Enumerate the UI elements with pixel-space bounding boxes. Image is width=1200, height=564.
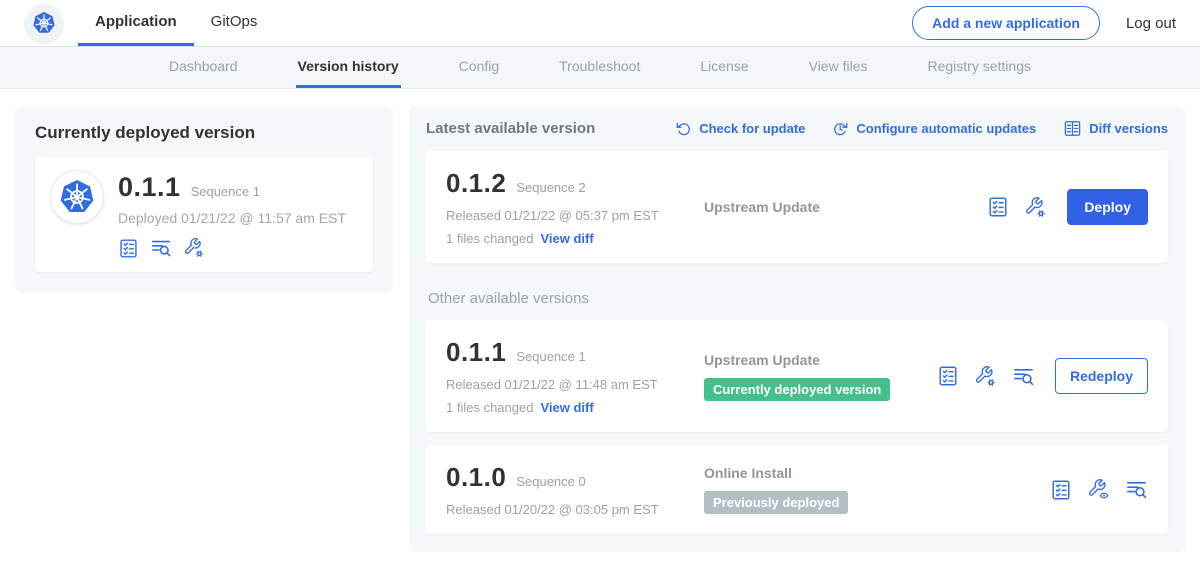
view-logs-icon[interactable] [1012, 365, 1035, 388]
subnav-dashboard[interactable]: Dashboard [167, 47, 240, 88]
refresh-icon [675, 120, 692, 137]
version-history-panel: Latest available version Check for updat… [409, 106, 1185, 552]
app-tabs: Application GitOps [78, 0, 274, 46]
app-subnav: Dashboard Version history Config Trouble… [0, 47, 1200, 89]
deployed-sequence-label: Sequence 1 [191, 184, 260, 199]
redeploy-button[interactable]: Redeploy [1055, 358, 1148, 394]
subnav-version-history[interactable]: Version history [296, 47, 401, 88]
version-row-0-1-2: 0.1.2 Sequence 2 Released 01/21/22 @ 05:… [426, 151, 1168, 263]
edit-config-icon[interactable] [974, 365, 997, 388]
source-label: Upstream Update [704, 199, 987, 215]
diff-icon [1063, 119, 1082, 138]
version-number: 0.1.0 [446, 462, 506, 493]
deployed-version-card: 0.1.1 Sequence 1 Deployed 01/21/22 @ 11:… [35, 157, 373, 272]
release-notes-icon[interactable] [987, 196, 1009, 218]
version-details: 0.1.2 Sequence 2 Released 01/21/22 @ 05:… [446, 168, 704, 246]
version-actions: Deploy [987, 189, 1148, 225]
subnav-registry-settings[interactable]: Registry settings [926, 47, 1033, 88]
latest-version-title: Latest available version [426, 120, 595, 137]
currently-deployed-title: Currently deployed version [35, 123, 373, 143]
source-label: Online Install [704, 465, 1050, 481]
view-diff-link[interactable]: View diff [540, 231, 593, 246]
configure-automatic-updates-link[interactable]: Configure automatic updates [832, 120, 1036, 137]
version-actions [1050, 478, 1148, 501]
released-timestamp: Released 01/21/22 @ 05:37 pm EST [446, 208, 704, 223]
kubernetes-logo-icon [57, 177, 97, 217]
latest-version-header: Latest available version Check for updat… [426, 119, 1168, 138]
sequence-label: Sequence 0 [516, 474, 585, 489]
logout-button[interactable]: Log out [1126, 15, 1176, 32]
released-timestamp: Released 01/20/22 @ 03:05 pm EST [446, 502, 704, 517]
top-bar-right: Add a new application Log out [912, 0, 1200, 46]
diff-versions-link[interactable]: Diff versions [1063, 119, 1168, 138]
add-application-button[interactable]: Add a new application [912, 6, 1100, 40]
version-source: Online Install Previously deployed [704, 465, 1050, 514]
deployed-version-info: 0.1.1 Sequence 1 Deployed 01/21/22 @ 11:… [118, 170, 346, 259]
sequence-label: Sequence 2 [516, 180, 585, 195]
app-logo[interactable] [25, 4, 63, 42]
currently-deployed-card: Currently deployed version 0.1.1 Sequenc… [15, 106, 393, 292]
edit-config-icon[interactable] [183, 237, 205, 259]
version-actions: Redeploy [937, 358, 1148, 394]
subnav-config[interactable]: Config [457, 47, 501, 88]
deploy-button[interactable]: Deploy [1067, 189, 1148, 225]
tab-application[interactable]: Application [78, 0, 194, 46]
source-label: Upstream Update [704, 352, 937, 368]
view-config-icon[interactable] [1087, 478, 1110, 501]
version-row-0-1-1: 0.1.1 Sequence 1 Released 01/21/22 @ 11:… [426, 320, 1168, 432]
currently-deployed-badge: Currently deployed version [704, 378, 890, 401]
deployed-timestamp: Deployed 01/21/22 @ 11:57 am EST [118, 210, 346, 226]
version-details: 0.1.1 Sequence 1 Released 01/21/22 @ 11:… [446, 337, 704, 415]
other-versions-title: Other available versions [428, 290, 1166, 307]
deployed-version-number: 0.1.1 [118, 172, 181, 203]
schedule-update-icon [832, 120, 849, 137]
files-changed-label: 1 files changed [446, 231, 533, 246]
view-logs-icon[interactable] [1125, 478, 1148, 501]
tab-gitops[interactable]: GitOps [194, 0, 275, 46]
version-details: 0.1.0 Sequence 0 Released 01/20/22 @ 03:… [446, 462, 704, 517]
subnav-view-files[interactable]: View files [807, 47, 870, 88]
kubernetes-logo-icon [31, 10, 57, 36]
view-diff-link[interactable]: View diff [540, 400, 593, 415]
panel-actions: Check for update Configure automatic upd… [675, 119, 1168, 138]
main-content: Currently deployed version 0.1.1 Sequenc… [0, 89, 1200, 564]
version-source: Upstream Update Currently deployed versi… [704, 352, 937, 401]
view-logs-icon[interactable] [150, 237, 172, 259]
release-notes-icon[interactable] [1050, 479, 1072, 501]
released-timestamp: Released 01/21/22 @ 11:48 am EST [446, 377, 704, 392]
release-notes-icon[interactable] [118, 238, 139, 259]
check-for-update-link[interactable]: Check for update [675, 120, 805, 137]
version-row-0-1-0: 0.1.0 Sequence 0 Released 01/20/22 @ 03:… [426, 445, 1168, 534]
release-notes-icon[interactable] [937, 365, 959, 387]
subnav-license[interactable]: License [698, 47, 750, 88]
edit-config-icon[interactable] [1024, 196, 1047, 219]
files-changed-label: 1 files changed [446, 400, 533, 415]
app-icon-badge [50, 170, 104, 224]
subnav-troubleshoot[interactable]: Troubleshoot [557, 47, 642, 88]
version-number: 0.1.1 [446, 337, 506, 368]
previously-deployed-badge: Previously deployed [704, 491, 848, 514]
sequence-label: Sequence 1 [516, 349, 585, 364]
top-bar: Application GitOps Add a new application… [0, 0, 1200, 47]
version-number: 0.1.2 [446, 168, 506, 199]
version-source: Upstream Update [704, 199, 987, 215]
